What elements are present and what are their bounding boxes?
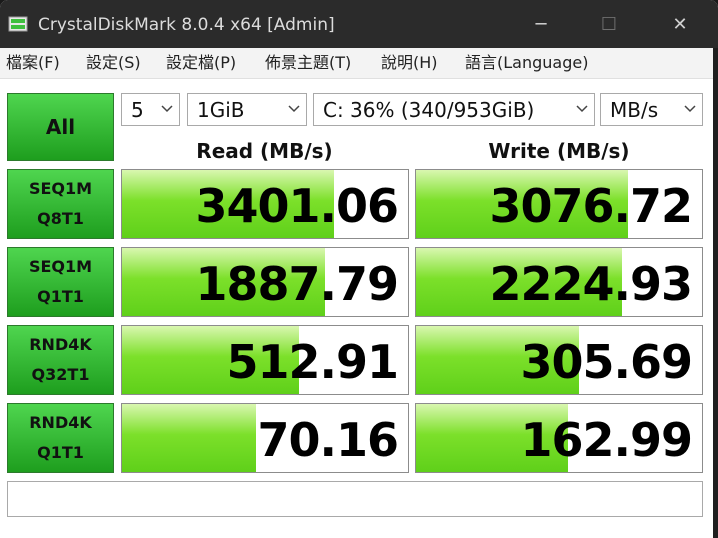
menu-settings[interactable]: 設定(S)	[86, 53, 141, 73]
read-value: 512.91	[226, 335, 399, 389]
read-bar	[122, 404, 257, 472]
title-bar[interactable]: CrystalDiskMark 8.0.4 x64 [Admin] ─ ☐ ✕	[0, 0, 718, 48]
menu-profile[interactable]: 設定檔(P)	[166, 53, 236, 73]
write-result-cell: 3076.72	[415, 169, 703, 239]
maximize-button[interactable]: ☐	[586, 0, 632, 48]
chevron-down-icon	[576, 105, 588, 113]
read-value: 3401.06	[195, 179, 399, 233]
close-button[interactable]: ✕	[657, 0, 703, 48]
test-button-seq1m-q8t1[interactable]: SEQ1M Q8T1	[7, 169, 114, 239]
write-result-cell: 162.99	[415, 403, 703, 473]
menu-bar: 檔案(F) 設定(S) 設定檔(P) 佈景主題(T) 說明(H) 語言(Lang…	[0, 48, 718, 79]
read-result-cell: 1887.79	[121, 247, 409, 317]
test-size-select[interactable]: 1GiB	[187, 93, 307, 126]
write-value: 3076.72	[489, 179, 693, 233]
menu-theme[interactable]: 佈景主題(T)	[265, 53, 351, 73]
test-button-rnd4k-q1t1[interactable]: RND4K Q1T1	[7, 403, 114, 473]
benchmark-panel: All 5 1GiB C: 36% (340/953GiB) MB/s Read…	[0, 79, 718, 538]
test-name-line2: Q32T1	[31, 365, 90, 384]
test-name-line1: SEQ1M	[28, 179, 93, 198]
test-button-rnd4k-q32t1[interactable]: RND4K Q32T1	[7, 325, 114, 395]
menu-language[interactable]: 語言(Language)	[465, 53, 588, 73]
test-size-value: 1GiB	[197, 97, 245, 122]
all-button[interactable]: All	[7, 93, 114, 161]
write-value: 162.99	[520, 413, 693, 467]
read-result-cell: 512.91	[121, 325, 409, 395]
crystaldiskmark-app-icon	[8, 16, 28, 32]
write-value: 2224.93	[489, 257, 693, 311]
test-name-line2: Q1T1	[37, 443, 84, 462]
chevron-down-icon	[684, 105, 696, 113]
write-value: 305.69	[520, 335, 693, 389]
window-edge	[713, 48, 718, 538]
test-name-line1: SEQ1M	[28, 257, 93, 276]
read-value: 70.16	[257, 413, 399, 467]
write-column-header: Write (MB/s)	[488, 139, 630, 163]
test-count-value: 5	[131, 97, 144, 122]
drive-select[interactable]: C: 36% (340/953GiB)	[313, 93, 595, 126]
test-name-line1: RND4K	[29, 335, 92, 354]
menu-help[interactable]: 說明(H)	[381, 53, 438, 73]
test-name-line2: Q1T1	[37, 287, 84, 306]
test-name-line1: RND4K	[29, 413, 92, 432]
comment-field[interactable]	[7, 481, 703, 517]
read-result-cell: 3401.06	[121, 169, 409, 239]
app-window: CrystalDiskMark 8.0.4 x64 [Admin] ─ ☐ ✕ …	[0, 0, 718, 538]
write-result-cell: 305.69	[415, 325, 703, 395]
chevron-down-icon	[161, 105, 173, 113]
test-name-line2: Q8T1	[37, 209, 84, 228]
test-button-seq1m-q1t1[interactable]: SEQ1M Q1T1	[7, 247, 114, 317]
minimize-button[interactable]: ─	[518, 0, 564, 48]
read-value: 1887.79	[195, 257, 399, 311]
unit-value: MB/s	[610, 97, 659, 122]
test-count-select[interactable]: 5	[121, 93, 180, 126]
menu-file[interactable]: 檔案(F)	[6, 53, 60, 73]
read-result-cell: 70.16	[121, 403, 409, 473]
chevron-down-icon	[288, 105, 300, 113]
unit-select[interactable]: MB/s	[600, 93, 703, 126]
read-column-header: Read (MB/s)	[196, 139, 333, 163]
window-title: CrystalDiskMark 8.0.4 x64 [Admin]	[38, 15, 335, 35]
drive-value: C: 36% (340/953GiB)	[323, 97, 535, 122]
write-result-cell: 2224.93	[415, 247, 703, 317]
